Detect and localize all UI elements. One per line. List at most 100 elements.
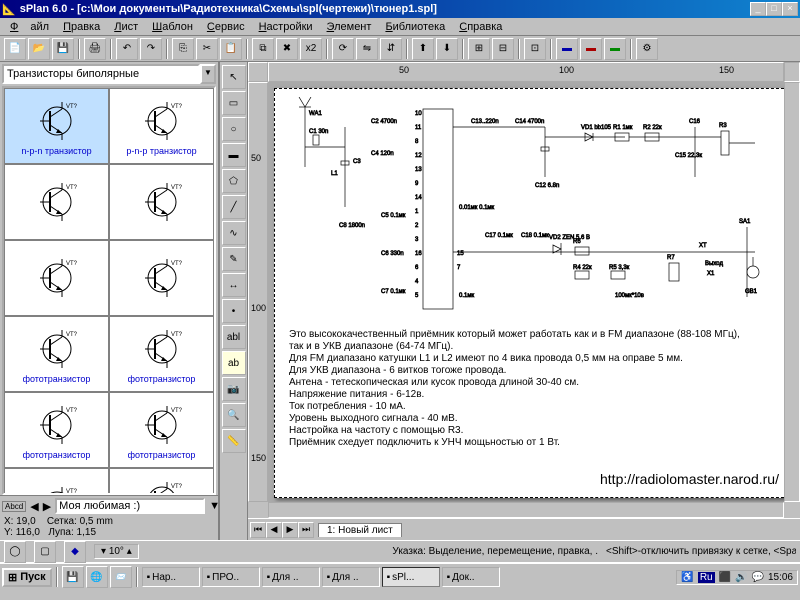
- sheet-prev[interactable]: ◀: [266, 522, 282, 538]
- sheet-last[interactable]: ⏭: [298, 522, 314, 538]
- tray-icon-1[interactable]: ♿: [681, 572, 693, 583]
- sheet-next[interactable]: ▶: [282, 522, 298, 538]
- palette-item-5[interactable]: VT?: [109, 240, 214, 316]
- cut-button[interactable]: ✂: [196, 38, 218, 60]
- undo-button[interactable]: ↶: [116, 38, 138, 60]
- palette-item-2[interactable]: VT?: [4, 164, 109, 240]
- front-button[interactable]: ⬆: [412, 38, 434, 60]
- taskbar-item-1[interactable]: ▪ПРО..: [202, 567, 260, 587]
- system-tray[interactable]: ♿ Ru ⬛ 🔊 💬 15:06: [676, 570, 798, 585]
- duplicate-button[interactable]: ⧉: [252, 38, 274, 60]
- tray-icon-3[interactable]: 🔊: [735, 572, 747, 583]
- palette-item-6[interactable]: VT?фототранзистор: [4, 316, 109, 392]
- vscroll-up[interactable]: [784, 62, 800, 82]
- color3-button[interactable]: ▬: [604, 38, 626, 60]
- taskbar-item-2[interactable]: ▪Для ..: [262, 567, 320, 587]
- taskbar-item-0[interactable]: ▪Нар..: [142, 567, 200, 587]
- palette-item-9[interactable]: VT?фототранзистор: [109, 392, 214, 468]
- taskbar-item-3[interactable]: ▪Для ..: [322, 567, 380, 587]
- menu-library[interactable]: Библиотека: [379, 20, 451, 34]
- quicklaunch-1[interactable]: 💾: [62, 566, 84, 588]
- components-button[interactable]: ⚙: [636, 38, 658, 60]
- palette-item-1[interactable]: VT?p-n-p транзистор: [109, 88, 214, 164]
- color1-button[interactable]: ▬: [556, 38, 578, 60]
- tray-icon-2[interactable]: ⬛: [719, 572, 731, 583]
- dimension-tool[interactable]: ↔: [222, 273, 246, 297]
- tray-lang[interactable]: Ru: [698, 572, 715, 583]
- palette-item-10[interactable]: VT?: [4, 468, 109, 495]
- angle-up[interactable]: ▴: [127, 546, 132, 557]
- category-combo[interactable]: [2, 64, 200, 84]
- junction-tool[interactable]: •: [222, 299, 246, 323]
- start-button[interactable]: ⊞ Пуск: [2, 568, 52, 587]
- flip-v-button[interactable]: ⇵: [380, 38, 402, 60]
- palette-item-3[interactable]: VT?: [109, 164, 214, 240]
- palette-item-4[interactable]: VT?: [4, 240, 109, 316]
- category-dropdown-button[interactable]: ▼: [200, 64, 216, 84]
- menu-template[interactable]: Шаблон: [146, 20, 199, 34]
- angle-down[interactable]: ▾: [101, 546, 106, 557]
- back-button[interactable]: ⬇: [436, 38, 458, 60]
- taskbar-item-5[interactable]: ▪Док..: [442, 567, 500, 587]
- quicklaunch-3[interactable]: 📨: [110, 566, 132, 588]
- copy-button[interactable]: ⎘: [172, 38, 194, 60]
- quicklaunch-2[interactable]: 🌐: [86, 566, 108, 588]
- fillrect-tool[interactable]: ▬: [222, 143, 246, 167]
- rotate-button[interactable]: ⟳: [332, 38, 354, 60]
- circle-tool[interactable]: ○: [222, 117, 246, 141]
- close-button[interactable]: ×: [782, 2, 798, 16]
- taskbar-item-4[interactable]: ▪sPl...: [382, 567, 440, 587]
- palette-item-7[interactable]: VT?фототранзистор: [109, 316, 214, 392]
- palette-item-11[interactable]: VT?NPN-Transistor: [109, 468, 214, 495]
- freehand-tool[interactable]: ✎: [222, 247, 246, 271]
- fav-prev[interactable]: ◀: [30, 500, 38, 513]
- ungroup-button[interactable]: ⊟: [492, 38, 514, 60]
- minimize-button[interactable]: _: [750, 2, 766, 16]
- favorite-dropdown[interactable]: ▼: [209, 500, 220, 512]
- menu-element[interactable]: Элемент: [321, 20, 378, 34]
- status-node[interactable]: ◆: [64, 541, 86, 563]
- x2-button[interactable]: x2: [300, 38, 322, 60]
- menubar[interactable]: Файл Правка Лист Шаблон Сервис Настройки…: [0, 18, 800, 36]
- new-button[interactable]: 📄: [4, 38, 26, 60]
- palette-item-0[interactable]: VT?n-p-n транзистор: [4, 88, 109, 164]
- delete-button[interactable]: ✖: [276, 38, 298, 60]
- poly-tool[interactable]: ⬠: [222, 169, 246, 193]
- redo-button[interactable]: ↷: [140, 38, 162, 60]
- rect-tool[interactable]: ▭: [222, 91, 246, 115]
- flip-h-button[interactable]: ⇋: [356, 38, 378, 60]
- tray-icon-4[interactable]: 💬: [752, 572, 764, 583]
- sheet-first[interactable]: ⏮: [250, 522, 266, 538]
- zoom-tool[interactable]: 🔍: [222, 403, 246, 427]
- image-tool[interactable]: 📷: [222, 377, 246, 401]
- snap-button[interactable]: ⊡: [524, 38, 546, 60]
- horizontal-scrollbar[interactable]: [268, 502, 784, 518]
- favorite-input[interactable]: [55, 498, 205, 514]
- maximize-button[interactable]: □: [766, 2, 782, 16]
- menu-file[interactable]: Файл: [4, 20, 55, 34]
- open-button[interactable]: 📂: [28, 38, 50, 60]
- status-square[interactable]: ▢: [34, 541, 56, 563]
- bezier-tool[interactable]: ∿: [222, 221, 246, 245]
- sheet-tab-1[interactable]: 1: Новый лист: [318, 523, 402, 537]
- menu-help[interactable]: Справка: [453, 20, 508, 34]
- pointer-tool[interactable]: ↖: [222, 65, 246, 89]
- label-tool[interactable]: abl: [222, 325, 246, 349]
- menu-settings[interactable]: Настройки: [253, 20, 319, 34]
- palette-item-8[interactable]: VT?фототранзистор: [4, 392, 109, 468]
- save-button[interactable]: 💾: [52, 38, 74, 60]
- status-circle[interactable]: ◯: [4, 541, 26, 563]
- menu-edit[interactable]: Правка: [57, 20, 106, 34]
- measure-tool[interactable]: 📏: [222, 429, 246, 453]
- menu-sheet[interactable]: Лист: [108, 20, 144, 34]
- print-button[interactable]: 🖨: [84, 38, 106, 60]
- line-tool[interactable]: ╱: [222, 195, 246, 219]
- text-tool[interactable]: ab: [222, 351, 246, 375]
- color2-button[interactable]: ▬: [580, 38, 602, 60]
- paste-button[interactable]: 📋: [220, 38, 242, 60]
- group-button[interactable]: ⊞: [468, 38, 490, 60]
- fav-next[interactable]: ▶: [43, 500, 51, 513]
- drawing-canvas[interactable]: 1011 812 139 141 23 166 45 157: [268, 82, 784, 502]
- menu-service[interactable]: Сервис: [201, 20, 251, 34]
- component-palette[interactable]: VT?n-p-n транзисторVT?p-n-p транзисторVT…: [2, 86, 216, 495]
